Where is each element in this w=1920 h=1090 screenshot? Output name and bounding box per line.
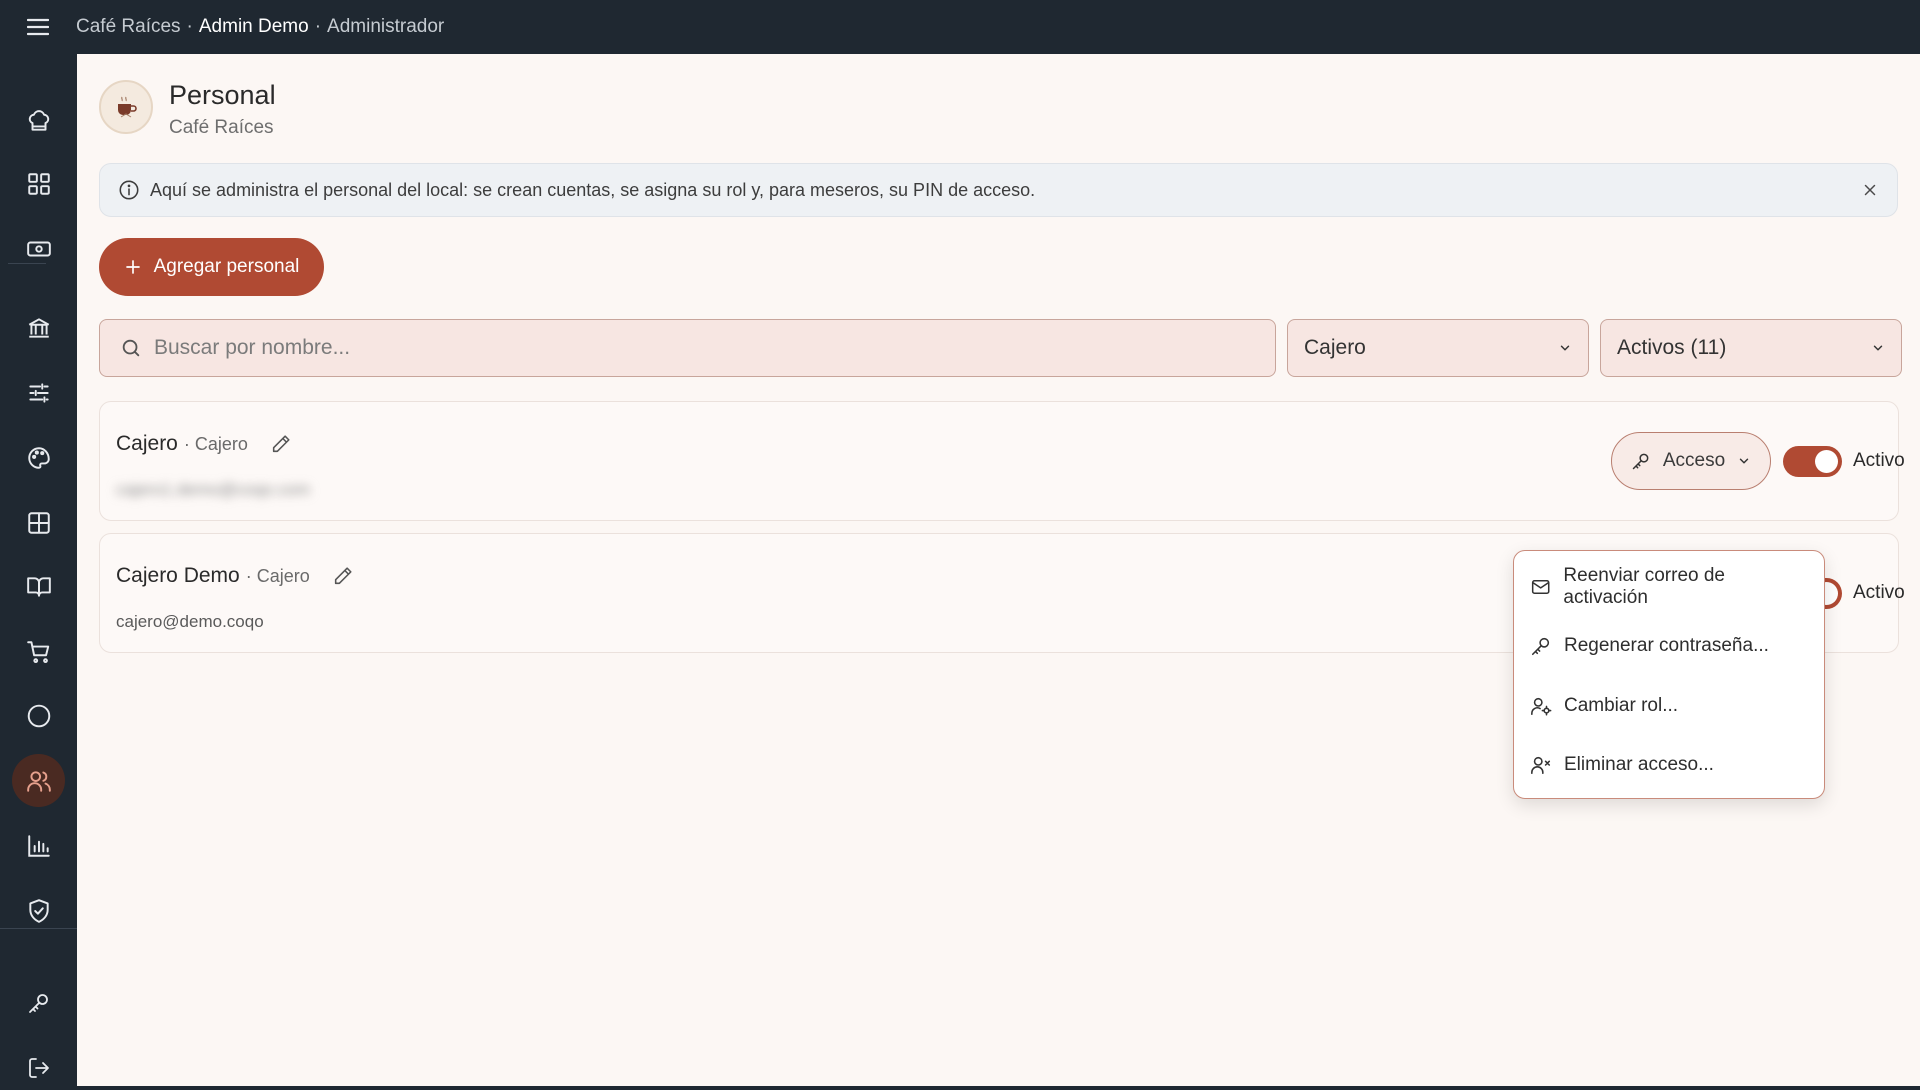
menu-item-resend-activation[interactable]: Reenviar correo de activación bbox=[1514, 557, 1824, 617]
bank-icon bbox=[28, 317, 49, 338]
status-label: Activo bbox=[1853, 450, 1905, 471]
active-toggle[interactable] bbox=[1783, 446, 1842, 477]
user-gear-icon bbox=[1531, 697, 1552, 716]
access-button[interactable]: Acceso bbox=[1611, 432, 1771, 490]
chef-hat-icon bbox=[28, 109, 49, 131]
sidebar-item-logout[interactable] bbox=[12, 1041, 65, 1090]
search-icon bbox=[122, 339, 140, 357]
plus-icon bbox=[125, 260, 140, 274]
mail-icon bbox=[1531, 579, 1550, 594]
status-label: Activo bbox=[1853, 582, 1905, 603]
book-icon bbox=[26, 576, 51, 597]
sidebar-item-staff[interactable] bbox=[12, 754, 65, 807]
sidebar-item-circle[interactable] bbox=[12, 689, 65, 742]
menu-item-change-role[interactable]: Cambiar rol... bbox=[1514, 676, 1824, 736]
grid-icon bbox=[27, 172, 50, 195]
status-filter-select[interactable]: Activos (11) bbox=[1600, 319, 1902, 377]
circle-icon bbox=[27, 704, 50, 727]
sidebar-item-security[interactable] bbox=[12, 884, 65, 937]
menu-icon[interactable] bbox=[0, 0, 76, 54]
chevron-down-icon bbox=[1873, 345, 1883, 351]
main-content: Personal Café Raíces Aquí se administra … bbox=[77, 54, 1920, 1086]
edit-icon[interactable] bbox=[270, 433, 292, 455]
close-icon[interactable] bbox=[1861, 181, 1879, 199]
access-menu: Reenviar correo de activación Regenerar … bbox=[1513, 550, 1825, 799]
cash-icon bbox=[26, 241, 51, 256]
edit-icon[interactable] bbox=[332, 565, 354, 587]
sidebar-item-dashboard[interactable] bbox=[12, 157, 65, 210]
staff-email: cajero@demo.coqo bbox=[116, 612, 264, 631]
sidebar-item-menu[interactable] bbox=[12, 560, 65, 613]
menu-item-remove-access[interactable]: Eliminar acceso... bbox=[1514, 736, 1824, 796]
sidebar-item-orders[interactable] bbox=[12, 625, 65, 678]
coffee-cup-icon bbox=[118, 96, 137, 118]
staff-email: cajero1.demo@coqo.com bbox=[116, 480, 310, 499]
staff-role: Cajero bbox=[256, 566, 310, 586]
breadcrumb: Café Raíces · Admin Demo · Administrador bbox=[76, 16, 445, 37]
menu-item-regenerate-password[interactable]: Regenerar contraseña... bbox=[1514, 617, 1824, 677]
role-filter-select[interactable]: Cajero bbox=[1287, 319, 1589, 377]
staff-name: Cajero bbox=[116, 432, 178, 455]
table-icon bbox=[27, 511, 50, 534]
info-banner: Aquí se administra el personal del local… bbox=[99, 163, 1898, 217]
sidebar bbox=[0, 54, 77, 1090]
add-staff-button[interactable]: Agregar personal bbox=[99, 238, 324, 296]
info-icon bbox=[119, 180, 139, 200]
sidebar-item-settings[interactable] bbox=[12, 366, 65, 419]
user-role: Administrador bbox=[327, 16, 445, 37]
info-text: Aquí se administra el personal del local… bbox=[150, 179, 1036, 200]
top-bar: Café Raíces · Admin Demo · Administrador bbox=[0, 0, 1920, 54]
users-icon bbox=[26, 770, 51, 792]
sidebar-item-access[interactable] bbox=[12, 976, 65, 1029]
staff-name: Cajero Demo bbox=[116, 564, 240, 587]
chart-icon bbox=[27, 834, 50, 857]
user-x-icon bbox=[1531, 757, 1551, 775]
key-icon bbox=[1632, 453, 1649, 470]
sidebar-item-reports[interactable] bbox=[12, 819, 65, 872]
shield-icon bbox=[28, 898, 49, 923]
cart-icon bbox=[26, 640, 49, 663]
page-title: Personal bbox=[169, 80, 276, 110]
search-input[interactable] bbox=[154, 336, 1255, 360]
sidebar-item-theme[interactable] bbox=[12, 431, 65, 484]
chevron-down-icon bbox=[1560, 345, 1570, 351]
palette-icon bbox=[27, 446, 50, 469]
search-box bbox=[99, 319, 1276, 377]
key-icon bbox=[1531, 638, 1550, 656]
user-name: Admin Demo bbox=[198, 16, 309, 37]
sliders-icon bbox=[28, 382, 49, 403]
chevron-down-icon bbox=[1739, 458, 1749, 464]
staff-role: Cajero bbox=[194, 434, 248, 454]
sidebar-item-cash[interactable] bbox=[12, 222, 65, 275]
staff-card: Cajero · Cajero cajero1.demo@coqo.com Ac… bbox=[99, 401, 1905, 521]
restaurant-name: Café Raíces bbox=[76, 16, 181, 37]
logout-icon bbox=[28, 1057, 49, 1078]
restaurant-logo bbox=[99, 80, 153, 134]
key-icon bbox=[28, 993, 48, 1013]
sidebar-item-kitchen[interactable] bbox=[12, 94, 65, 147]
page-subtitle: Café Raíces bbox=[169, 117, 274, 138]
sidebar-item-bank[interactable] bbox=[12, 301, 65, 354]
sidebar-item-tables[interactable] bbox=[12, 496, 65, 549]
